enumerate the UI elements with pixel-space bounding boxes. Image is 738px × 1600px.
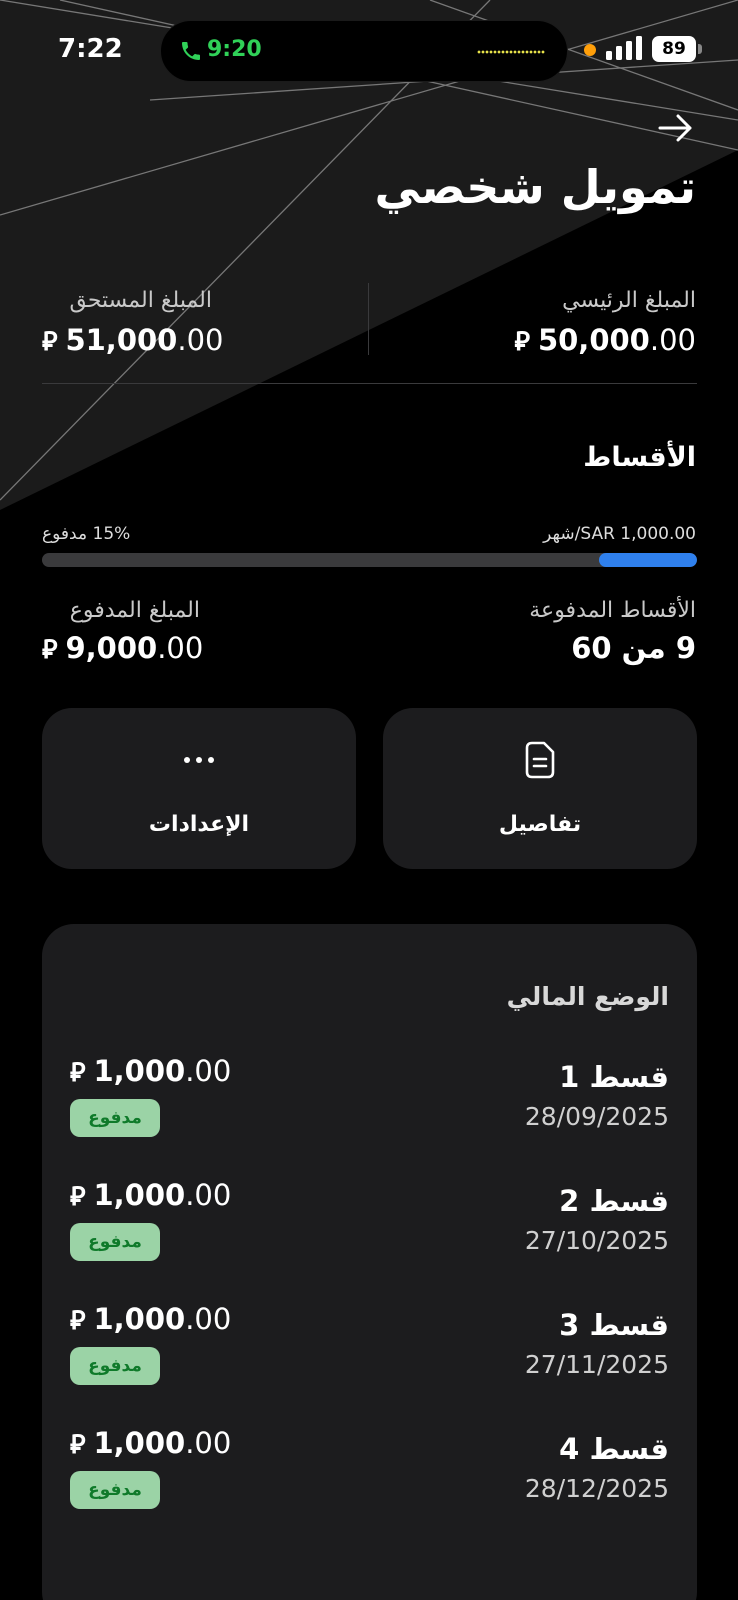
installment-name: قسط 4: [559, 1432, 669, 1466]
installment-name: قسط 2: [559, 1184, 669, 1218]
call-duration: 9:20: [207, 37, 262, 62]
principal-amount: ⃁ 50,000.00: [514, 323, 697, 357]
settings-label: الإعدادات: [148, 812, 250, 837]
riyal-icon: ⃁: [70, 1430, 86, 1460]
installment-date: 28/12/2025: [524, 1474, 669, 1503]
paid-amount: ⃁ 9,000.00: [42, 631, 204, 665]
riyal-icon: ⃁: [42, 635, 58, 665]
riyal-icon: ⃁: [42, 327, 58, 357]
installment-date: 27/10/2025: [524, 1226, 669, 1255]
page-title: تمويل شخصي: [374, 160, 696, 214]
installment-row[interactable]: قسط 2 27/10/2025 ⃁ 1,000.00 مدفوع: [70, 1172, 669, 1282]
installment-amount: ⃁ 1,000.00: [70, 1302, 232, 1336]
installment-row[interactable]: قسط 3 27/11/2025 ⃁ 1,000.00 مدفوع: [70, 1296, 669, 1406]
financial-status-title: الوضع المالي: [506, 982, 669, 1011]
battery-icon: 89: [652, 36, 702, 62]
installment-row[interactable]: قسط 1 28/09/2025 ⃁ 1,000.00 مدفوع: [70, 1048, 669, 1158]
status-badge: مدفوع: [70, 1347, 160, 1385]
mic-indicator-icon: [584, 44, 596, 56]
installment-amount: ⃁ 1,000.00: [70, 1054, 232, 1088]
details-label: تفاصيل: [498, 812, 582, 837]
due-label: المبلغ المستحق: [69, 288, 212, 313]
paid-percent-label: 15% مدفوع: [42, 524, 131, 544]
riyal-icon: ⃁: [514, 327, 530, 357]
arrow-right-icon[interactable]: [656, 110, 696, 146]
status-badge: مدفوع: [70, 1471, 160, 1509]
status-badge: مدفوع: [70, 1099, 160, 1137]
status-badge: مدفوع: [70, 1223, 160, 1261]
settings-button[interactable]: الإعدادات: [42, 708, 356, 869]
installments-progress-bar: [42, 553, 697, 567]
divider: [42, 383, 697, 384]
more-dots-icon: [184, 757, 214, 763]
battery-level: 89: [652, 36, 696, 62]
signal-icon: [606, 36, 642, 60]
monthly-amount-label: SAR 1,000.00/شهر: [543, 524, 696, 544]
audio-waveform-icon: [477, 50, 545, 54]
dynamic-island-call[interactable]: 9:20: [160, 20, 568, 82]
installment-name: قسط 1: [559, 1060, 669, 1094]
principal-label: المبلغ الرئيسي: [562, 288, 696, 313]
installment-amount: ⃁ 1,000.00: [70, 1178, 232, 1212]
due-amount: ⃁ 51,000.00: [42, 323, 224, 357]
paid-amount-label: المبلغ المدفوع: [69, 598, 200, 623]
details-button[interactable]: تفاصيل: [383, 708, 697, 869]
status-bar-time: 7:22: [58, 34, 123, 64]
progress-fill: [598, 553, 697, 567]
screen: 7:22 9:20 89 تمويل شخصي المبلغ الرئيسي ⃁…: [0, 0, 738, 1600]
divider: [368, 283, 369, 355]
paid-installments-label: الأقساط المدفوعة: [529, 598, 696, 623]
installment-name: قسط 3: [559, 1308, 669, 1342]
installment-amount: ⃁ 1,000.00: [70, 1426, 232, 1460]
principal-amount-block: المبلغ الرئيسي ⃁ 50,000.00: [515, 288, 697, 358]
riyal-icon: ⃁: [70, 1182, 86, 1212]
riyal-icon: ⃁: [70, 1306, 86, 1336]
phone-icon: [182, 42, 200, 60]
document-icon: [525, 741, 555, 779]
installment-date: 27/11/2025: [524, 1350, 669, 1379]
installments-title: الأقساط: [583, 442, 696, 473]
due-amount-block: المبلغ المستحق ⃁ 51,000.00: [42, 288, 224, 358]
installment-row[interactable]: قسط 4 28/12/2025 ⃁ 1,000.00 مدفوع: [70, 1420, 669, 1530]
riyal-icon: ⃁: [70, 1058, 86, 1088]
paid-installments-block: الأقساط المدفوعة 9 من 60: [529, 598, 696, 665]
installment-date: 28/09/2025: [524, 1102, 669, 1131]
financial-status-panel: الوضع المالي قسط 1 28/09/2025 ⃁ 1,000.00 …: [42, 924, 697, 1600]
paid-installments-value: 9 من 60: [571, 631, 696, 665]
paid-amount-block: المبلغ المدفوع ⃁ 9,000.00: [42, 598, 203, 666]
